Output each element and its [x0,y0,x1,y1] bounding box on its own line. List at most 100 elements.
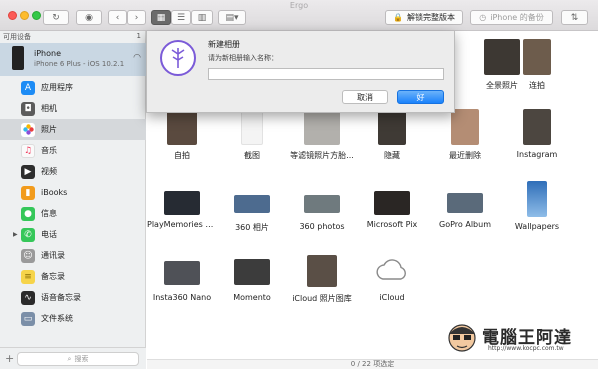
disclosure-triangle-icon[interactable]: ▶ [13,231,18,238]
notes-icon: ≡ [21,269,35,284]
video-icon: ▶ [21,164,35,179]
unlock-full-version-button[interactable]: 🔒 解锁完整版本 [385,10,463,25]
album-item[interactable]: Wallpapers [502,181,572,231]
album-item[interactable]: GoPro Album [430,185,500,229]
album-item[interactable]: 360 photos [287,185,357,231]
sidebar-item-file-system[interactable]: ▭ 文件系统 [0,308,146,329]
refresh-icon: ↻ [52,12,60,23]
zoom-window-button[interactable] [32,11,41,20]
backup-icon: ◷ [479,13,487,22]
album-name: 360 相片 [235,223,269,232]
device-item-iphone[interactable]: iPhone iPhone 6 Plus - iOS 10.2.1 ◠ [0,43,146,76]
transfer-arrows-icon: ⇅ [570,12,579,23]
sidebar-item-music[interactable]: ♫ 音乐 [0,140,146,161]
album-item[interactable]: iCloud 照片图库 [287,255,357,304]
sidebar-item-video[interactable]: ▶ 视频 [0,161,146,182]
chevron-right-icon: › [134,12,139,23]
unlock-label: 解锁完整版本 [406,13,455,22]
window-title: Ergo [289,1,309,10]
album-thumbnail [241,109,263,145]
album-thumbnail [164,191,200,215]
album-item[interactable]: Insta360 Nano [147,255,217,302]
arrange-button[interactable]: ▤▾ [218,10,246,25]
transfer-button[interactable]: ⇅ [561,10,588,25]
album-name: GoPro Album [439,220,491,229]
album-thumbnail [378,109,406,145]
album-name-input[interactable] [208,68,444,80]
album-name: 最近删除 [449,151,481,160]
search-input[interactable]: ⌕ 搜索 [17,352,139,366]
album-thumbnail [234,259,270,285]
album-thumbnail [527,181,547,217]
sidebar-item-apps[interactable]: A 应用程序 [0,77,146,98]
close-window-button[interactable] [8,11,17,20]
phone-icon: ✆ [21,227,35,242]
minimize-window-button[interactable] [20,11,29,20]
sidebar-item-messages[interactable]: ● 信息 [0,203,146,224]
album-item[interactable]: 隐藏 [357,109,427,161]
watermark-url: http://www.kocpc.com.tw [488,345,564,352]
sidebar-item-notes[interactable]: ≡ 备忘录 [0,266,146,287]
watermark-logo: 電腦王阿達 http://www.kocpc.com.tw [442,320,592,360]
album-name: Microsoft Pix [366,220,418,229]
refresh-button[interactable]: ↻ [43,10,69,25]
music-icon: ♫ [21,143,35,158]
album-item[interactable]: 等滤镜照片方胎... [287,109,357,161]
album-thumbnail [307,255,337,287]
sidebar-item-photos[interactable]: 照片 [0,119,146,140]
sidebar-item-voice-memos[interactable]: ∿ 语音备忘录 [0,287,146,308]
sidebar-item-label: 照片 [41,125,57,134]
grid-icon: ▦ [156,12,166,23]
sidebar-item-label: iBooks [41,188,68,197]
album-thumbnail [234,195,270,213]
column-view-button[interactable]: ▥ [191,10,213,25]
forward-button[interactable]: › [127,10,146,25]
album-item[interactable]: 连拍 [502,39,572,91]
album-thumbnail [167,109,197,145]
album-item[interactable]: Momento [217,255,287,302]
sidebar-item-label: 应用程序 [41,83,73,92]
cancel-button[interactable]: 取消 [342,90,388,104]
sidebar-item-phone[interactable]: ▶ ✆ 电话 [0,224,146,245]
album-thumbnail [164,261,200,285]
columns-icon: ▥ [197,12,207,23]
album-name: Insta360 Nano [152,293,212,302]
preview-button[interactable]: ◉ [76,10,102,25]
iphone-backup-button[interactable]: ◷ iPhone 的备份 [470,10,553,25]
list-view-button[interactable]: ☰ [171,10,191,25]
wifi-icon: ◠ [133,53,141,63]
album-item[interactable]: PlayMemories M... [147,185,217,229]
dialog-title: 新建相册 [208,40,240,49]
album-item[interactable]: 截图 [217,109,287,161]
icon-view-button[interactable]: ▦ [151,10,171,25]
album-item[interactable]: iCloud [357,255,427,302]
sidebar-section-header: 可用设备 [3,33,31,41]
sidebar-item-camera[interactable]: ◘ 相机 [0,98,146,119]
album-thumbnail [523,109,551,145]
album-name: Wallpapers [514,222,560,231]
album-name: 360 photos [299,222,345,231]
album-thumbnail [447,193,483,213]
add-icon[interactable]: + [5,352,14,365]
sidebar-item-label: 信息 [41,209,57,218]
album-item[interactable]: 360 相片 [217,185,287,233]
album-item[interactable]: 自拍 [147,109,217,161]
ok-button[interactable]: 好 [397,90,444,104]
album-item[interactable]: Microsoft Pix [357,185,427,229]
sidebar-footer: + ⌕ 搜索 [0,347,146,369]
mascot-face-icon [448,324,476,352]
sidebar-item-ibooks[interactable]: ▮ iBooks [0,182,146,203]
sidebar-item-contacts[interactable]: ☺ 通讯录 [0,245,146,266]
device-name: iPhone [34,49,62,58]
lock-icon: 🔒 [393,13,403,22]
eye-icon: ◉ [85,12,93,23]
sidebar-item-label: 电话 [41,230,57,239]
back-button[interactable]: ‹ [108,10,127,25]
sidebar-item-label: 视频 [41,167,57,176]
app-store-icon: A [21,80,35,95]
album-item[interactable]: Instagram [502,109,572,159]
sidebar-item-label: 文件系统 [41,314,73,323]
album-name: iCloud [379,293,405,302]
album-thumbnail [451,109,479,145]
album-item[interactable]: 最近删除 [430,109,500,161]
